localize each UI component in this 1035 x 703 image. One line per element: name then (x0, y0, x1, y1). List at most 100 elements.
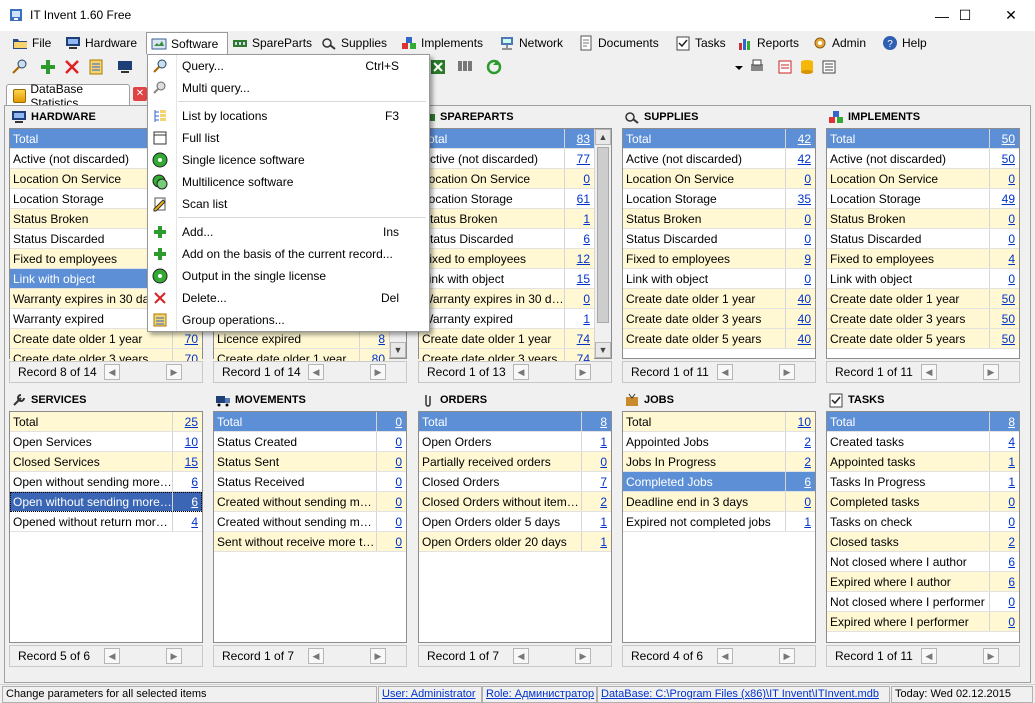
table-row[interactable]: Total 25 (10, 412, 202, 432)
table-row[interactable]: Tasks on check 0 (827, 512, 1019, 532)
table-row[interactable]: Closed Orders without items a... 2 (419, 492, 611, 512)
search-icon[interactable] (11, 58, 29, 76)
row-count-link[interactable]: 0 (989, 512, 1019, 531)
table-row[interactable]: Link with object 15 (419, 269, 594, 289)
row-count-link[interactable]: 1 (581, 512, 611, 531)
table-row[interactable]: Link with object 0 (623, 269, 815, 289)
row-count-link[interactable]: 4 (989, 432, 1019, 451)
table-row[interactable]: Status Sent 0 (214, 452, 406, 472)
row-count-link[interactable]: 40 (785, 289, 815, 308)
table-row[interactable]: Total 0 (214, 412, 406, 432)
tab-database-statistics[interactable]: DataBase Statistics (6, 82, 130, 110)
menu-item-full-list[interactable]: Full list (148, 127, 429, 149)
menu-item-add-on-the-basis-of-the-current-record[interactable]: Add on the basis of the current record..… (148, 243, 429, 265)
row-count-link[interactable]: 0 (376, 452, 406, 471)
excel-icon[interactable] (429, 58, 447, 76)
row-count-link[interactable]: 0 (785, 209, 815, 228)
row-count-link[interactable]: 35 (785, 189, 815, 208)
row-count-link[interactable]: 7 (581, 472, 611, 491)
table-row[interactable]: Create date older 5 years 50 (827, 329, 1019, 349)
row-count-link[interactable]: 1 (785, 512, 815, 531)
table-row[interactable]: Active (not discarded) 50 (827, 149, 1019, 169)
menu-tasks[interactable]: Tasks (671, 32, 726, 54)
row-count-link[interactable]: 42 (785, 129, 815, 148)
add-icon[interactable] (39, 58, 57, 76)
row-count-link[interactable]: 0 (376, 532, 406, 551)
menu-item-multilicence-software[interactable]: Multilicence software (148, 171, 429, 193)
table-row[interactable]: Appointed tasks 1 (827, 452, 1019, 472)
menu-software[interactable]: Software (146, 32, 228, 54)
table-row[interactable]: Status Discarded 6 (419, 229, 594, 249)
row-count-link[interactable]: 0 (376, 412, 406, 431)
row-count-link[interactable]: 1 (989, 452, 1019, 471)
table-row[interactable]: Created tasks 4 (827, 432, 1019, 452)
status-user[interactable]: User: Administrator (378, 686, 482, 703)
export-icon[interactable] (820, 58, 838, 76)
row-count-link[interactable]: 6 (172, 492, 202, 511)
row-count-link[interactable]: 50 (989, 289, 1019, 308)
row-count-link[interactable]: 0 (785, 169, 815, 188)
menu-file[interactable]: File (8, 32, 51, 54)
stats-grid[interactable]: Total 25 Open Services 10 Closed Services 15 O… (9, 411, 203, 643)
next-record-button[interactable]: ▶ (575, 648, 591, 664)
table-row[interactable]: Licence expired 8 (214, 329, 389, 349)
table-row[interactable]: Location Storage 35 (623, 189, 815, 209)
group-icon[interactable] (87, 58, 105, 76)
table-row[interactable]: Fixed to employees 4 (827, 249, 1019, 269)
row-count-link[interactable]: 0 (989, 169, 1019, 188)
table-row[interactable]: Status Received 0 (214, 472, 406, 492)
row-count-link[interactable]: 15 (172, 452, 202, 471)
row-count-link[interactable]: 40 (785, 329, 815, 348)
scroll-down-button[interactable]: ▼ (390, 342, 406, 358)
row-count-link[interactable]: 10 (172, 432, 202, 451)
table-row[interactable]: Open without sending more th... 6 (10, 472, 202, 492)
row-count-link[interactable]: 50 (989, 149, 1019, 168)
row-count-link[interactable]: 77 (564, 149, 594, 168)
close-button[interactable]: ✕ (988, 0, 1034, 31)
maximize-button[interactable]: ☐ (942, 0, 988, 31)
print-icon[interactable] (748, 58, 766, 76)
row-count-link[interactable]: 8 (989, 412, 1019, 431)
prev-record-button[interactable]: ◀ (513, 648, 529, 664)
row-count-link[interactable]: 9 (785, 249, 815, 268)
row-count-link[interactable]: 40 (785, 309, 815, 328)
table-row[interactable]: Warranty expires in 30 days 0 (419, 289, 594, 309)
table-row[interactable]: Appointed Jobs 2 (623, 432, 815, 452)
menu-item-list-by-locations[interactable]: List by locations F3 (148, 105, 429, 127)
table-row[interactable]: Completed Jobs 6 (623, 472, 815, 492)
menu-item-query[interactable]: Query... Ctrl+S (148, 55, 429, 77)
table-row[interactable]: Open Orders older 20 days 1 (419, 532, 611, 552)
menu-item-single-licence-software[interactable]: Single licence software (148, 149, 429, 171)
table-row[interactable]: Not closed where I author 6 (827, 552, 1019, 572)
prev-record-button[interactable]: ◀ (717, 648, 733, 664)
row-count-link[interactable]: 0 (989, 209, 1019, 228)
vertical-scrollbar[interactable]: ▲▼ (594, 129, 611, 358)
table-row[interactable]: Create date older 1 year 70 (10, 329, 202, 349)
table-row[interactable]: Sent without receive more the... 0 (214, 532, 406, 552)
row-count-link[interactable]: 83 (564, 129, 594, 148)
prev-record-button[interactable]: ◀ (104, 364, 120, 380)
row-count-link[interactable]: 0 (564, 289, 594, 308)
database-icon[interactable] (798, 58, 816, 76)
table-row[interactable]: Tasks In Progress 1 (827, 472, 1019, 492)
menu-help[interactable]: ? Help (878, 32, 927, 54)
table-row[interactable]: Location Storage 61 (419, 189, 594, 209)
next-record-button[interactable]: ▶ (575, 364, 591, 380)
table-row[interactable]: Open Orders 1 (419, 432, 611, 452)
table-row[interactable]: Warranty expired 1 (419, 309, 594, 329)
row-count-link[interactable]: 15 (564, 269, 594, 288)
table-row[interactable]: Deadline end in 3 days 0 (623, 492, 815, 512)
table-row[interactable]: Jobs In Progress 2 (623, 452, 815, 472)
table-row[interactable]: Active (not discarded) 77 (419, 149, 594, 169)
row-count-link[interactable]: 0 (989, 612, 1019, 631)
delete-icon[interactable] (63, 58, 81, 76)
next-record-button[interactable]: ▶ (983, 364, 999, 380)
table-row[interactable]: Location On Service 0 (419, 169, 594, 189)
next-record-button[interactable]: ▶ (370, 364, 386, 380)
status-database[interactable]: DataBase: C:\Program Files (x86)\IT Inve… (597, 686, 890, 703)
row-count-link[interactable]: 1 (581, 532, 611, 551)
table-row[interactable]: Create date older 1 year 74 (419, 329, 594, 349)
row-count-link[interactable]: 2 (581, 492, 611, 511)
row-count-link[interactable]: 6 (172, 472, 202, 491)
row-count-link[interactable]: 0 (376, 472, 406, 491)
